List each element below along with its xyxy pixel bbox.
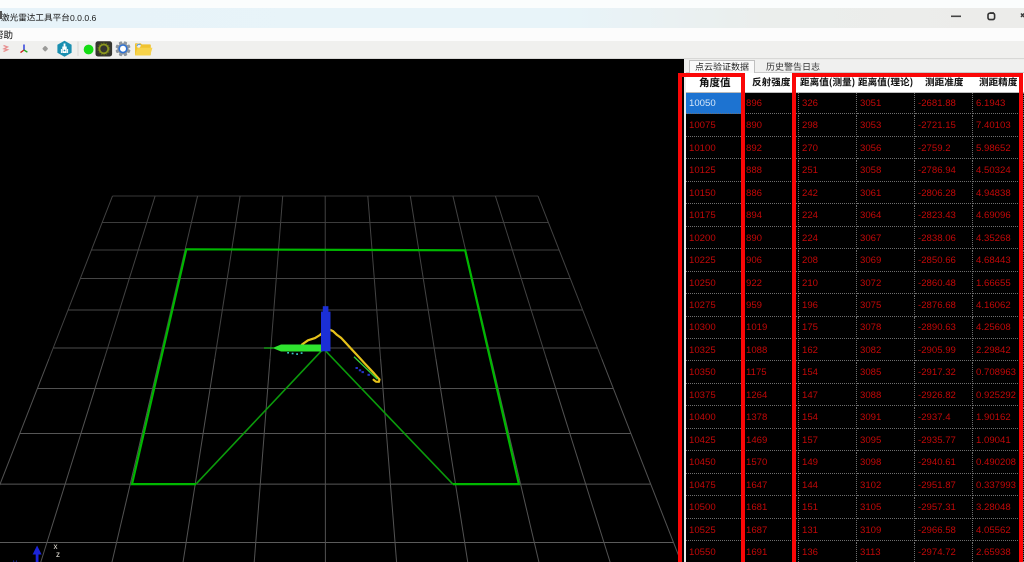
svg-text:z: z — [56, 550, 60, 559]
svg-text:y: y — [13, 558, 17, 562]
